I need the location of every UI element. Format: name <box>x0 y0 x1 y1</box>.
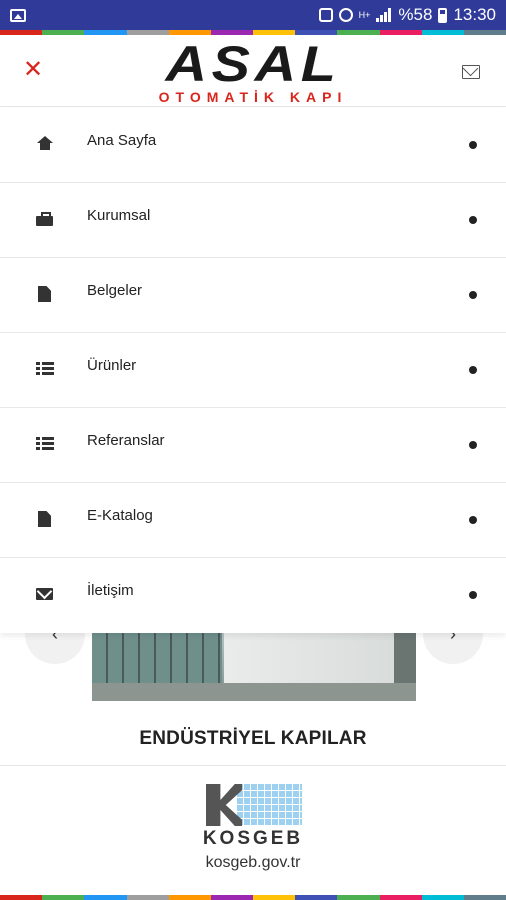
product-slider: ‹ › ENDÜSTRİYEL KAPILAR <box>0 604 506 766</box>
menu-item-ana-sayfa[interactable]: Ana Sayfa <box>0 108 506 183</box>
menu-item-e-katalog[interactable]: E-Katalog <box>0 483 506 558</box>
kosgeb-section: KOSGEB kosgeb.gov.tr <box>0 782 506 892</box>
menu-item-label: Ana Sayfa <box>87 132 157 149</box>
menu-item-label: Ürünler <box>87 357 137 374</box>
list-icon <box>36 361 54 377</box>
bullet-icon <box>469 441 477 449</box>
bullet-icon <box>469 516 477 524</box>
menu-item-label: İletişim <box>87 582 134 599</box>
list-icon <box>36 436 54 452</box>
battery-percentage: %58 <box>398 5 433 24</box>
signal-icon <box>376 8 392 22</box>
bullet-icon <box>469 291 477 299</box>
envelope-icon <box>36 586 54 602</box>
kosgeb-logo[interactable] <box>206 784 302 826</box>
alarm-icon <box>338 8 353 22</box>
slide-image[interactable] <box>92 626 416 701</box>
file-icon <box>36 511 54 527</box>
brand-logo[interactable]: ASAL OTOMATİK KAPI <box>145 39 361 105</box>
menu-item-belgeler[interactable]: Belgeler <box>0 258 506 333</box>
file-icon <box>36 286 54 302</box>
slide-title: ENDÜSTRİYEL KAPILAR <box>139 728 367 749</box>
kosgeb-url[interactable]: kosgeb.gov.tr <box>0 854 506 872</box>
app-header: ✕ ASAL OTOMATİK KAPI <box>0 35 506 107</box>
mail-icon[interactable] <box>462 65 480 79</box>
briefcase-icon <box>36 211 54 227</box>
navigation-menu: Ana Sayfa Kurumsal Belgeler Ürünler Refe… <box>0 108 506 633</box>
menu-item-referanslar[interactable]: Referanslar <box>0 408 506 483</box>
bullet-icon <box>469 591 477 599</box>
close-icon[interactable]: ✕ <box>22 58 44 82</box>
kosgeb-brand: KOSGEB <box>202 828 304 849</box>
nfc-icon <box>318 8 333 22</box>
status-bar: H+ %58 13:30 <box>0 0 506 30</box>
bullet-icon <box>469 216 477 224</box>
menu-item-iletisim[interactable]: İletişim <box>0 558 506 633</box>
battery-icon <box>438 7 448 23</box>
menu-item-label: Kurumsal <box>87 207 151 224</box>
menu-item-urunler[interactable]: Ürünler <box>0 333 506 408</box>
color-stripe-bottom <box>0 895 506 900</box>
logo-wordmark: ASAL <box>165 36 341 92</box>
bullet-icon <box>469 366 477 374</box>
menu-item-label: E-Katalog <box>87 507 153 524</box>
clock: 13:30 <box>453 5 496 24</box>
menu-item-label: Referanslar <box>87 432 165 449</box>
image-icon <box>10 8 26 22</box>
network-type-label: H+ <box>358 9 371 20</box>
menu-item-label: Belgeler <box>87 282 143 299</box>
menu-item-kurumsal[interactable]: Kurumsal <box>0 183 506 258</box>
bullet-icon <box>469 141 477 149</box>
home-icon <box>36 136 54 152</box>
section-divider <box>0 765 506 766</box>
